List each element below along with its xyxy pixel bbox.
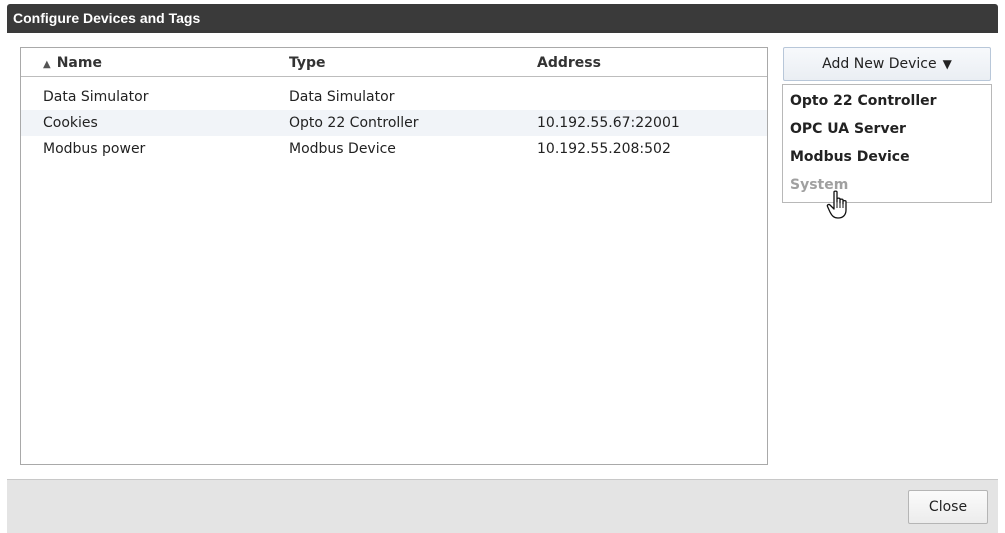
menu-item-opto22-controller[interactable]: Opto 22 Controller	[790, 93, 937, 109]
column-header-name[interactable]: ▲ Name	[43, 55, 102, 71]
add-device-menu: Opto 22 Controller OPC UA Server Modbus …	[782, 84, 992, 203]
add-new-device-button[interactable]: Add New Device ▼	[783, 47, 991, 81]
dropdown-arrow-icon: ▼	[942, 57, 952, 71]
cell-type: Modbus Device	[289, 141, 396, 157]
table-row[interactable]: Data Simulator Data Simulator	[21, 84, 767, 110]
cell-address: 10.192.55.208:502	[537, 141, 671, 157]
table-row[interactable]: Cookies Opto 22 Controller 10.192.55.67:…	[21, 110, 767, 136]
column-header-type[interactable]: Type	[289, 55, 326, 71]
column-header-address[interactable]: Address	[537, 55, 601, 71]
add-new-device-label: Add New Device	[822, 56, 937, 72]
table-row[interactable]: Modbus power Modbus Device 10.192.55.208…	[21, 136, 767, 162]
dialog-titlebar: Configure Devices and Tags	[7, 4, 998, 33]
menu-item-opc-ua-server[interactable]: OPC UA Server	[790, 121, 906, 137]
cell-address: 10.192.55.67:22001	[537, 115, 680, 131]
devices-table: ▲ Name Type Address Data Simulator Data S…	[20, 47, 768, 465]
cell-name: Data Simulator	[43, 89, 149, 105]
close-button[interactable]: Close	[908, 490, 988, 524]
cell-name: Modbus power	[43, 141, 146, 157]
hand-pointer-icon	[826, 190, 847, 219]
cell-name: Cookies	[43, 115, 98, 131]
sort-ascending-icon: ▲	[43, 59, 51, 70]
cell-type: Opto 22 Controller	[289, 115, 419, 131]
column-header-name-label: Name	[56, 55, 102, 71]
menu-item-modbus-device[interactable]: Modbus Device	[790, 149, 910, 165]
dialog-footer: Close	[7, 479, 998, 533]
dialog-title: Configure Devices and Tags	[13, 10, 201, 26]
table-header: ▲ Name Type Address	[21, 48, 767, 77]
cell-type: Data Simulator	[289, 89, 395, 105]
